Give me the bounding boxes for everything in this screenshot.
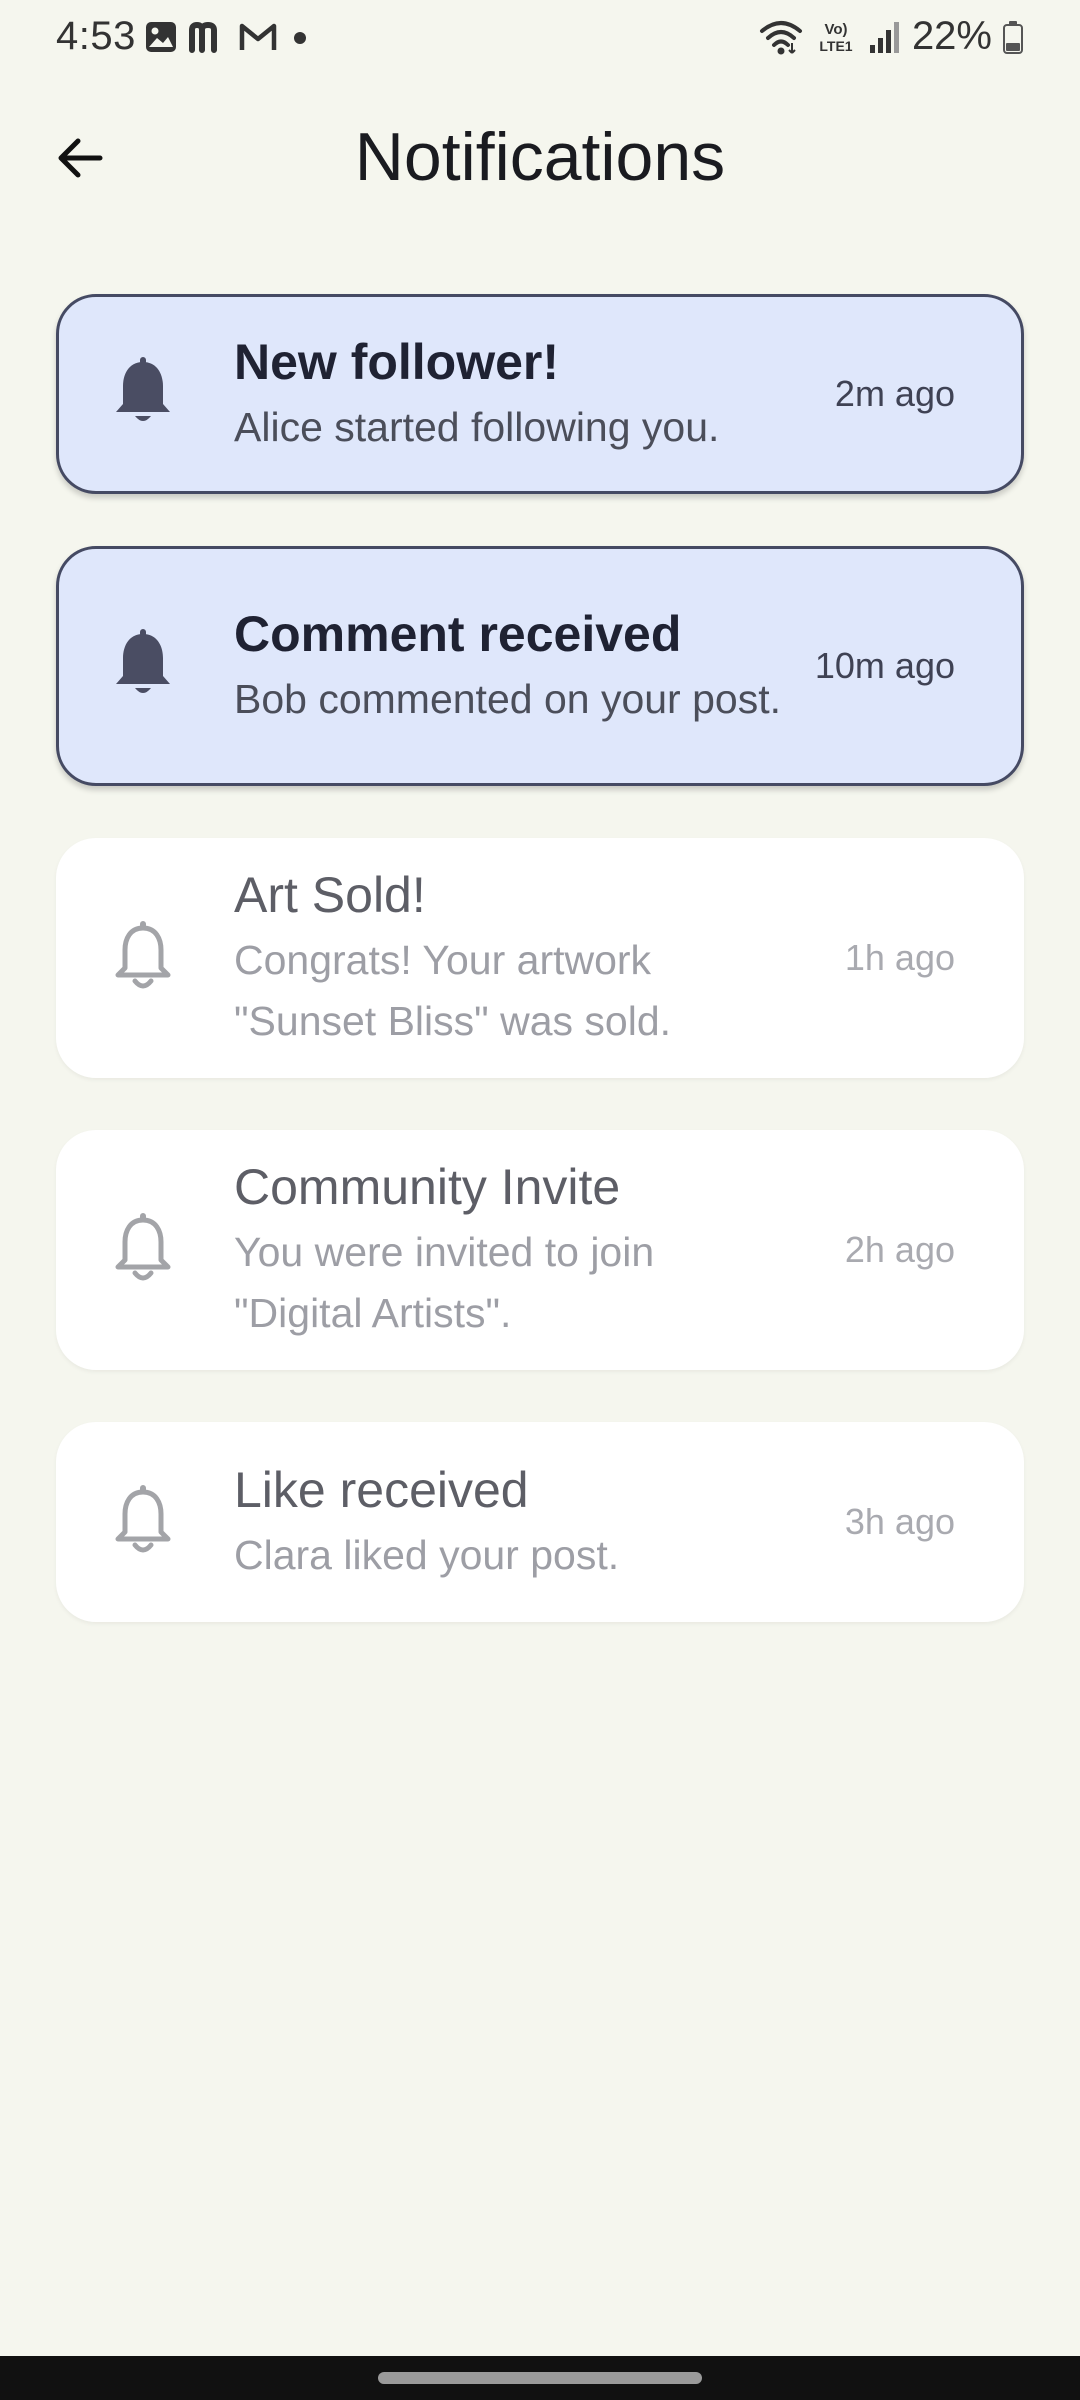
page-title: Notifications — [354, 119, 726, 195]
gmail-icon — [239, 23, 277, 50]
notification-body: Congrats! Your artwork "Sunset Bliss" wa… — [234, 937, 672, 1044]
status-bar: 4:53 Vo) LTE1 22% — [0, 0, 1080, 80]
notification-time: 2h ago — [844, 1229, 955, 1270]
notification-item[interactable]: Art Sold! Congrats! Your artwork "Sunset… — [56, 838, 1024, 1078]
bell-filled-icon — [116, 629, 170, 693]
notification-body: Alice started following you. — [234, 403, 720, 450]
system-nav-bar — [0, 2356, 1080, 2400]
battery-percent: 22% — [911, 14, 992, 58]
notification-item[interactable]: Community Invite You were invited to joi… — [56, 1130, 1024, 1370]
gallery-icon — [146, 22, 176, 52]
bell-outline-icon — [115, 921, 171, 989]
status-notification-icons — [144, 20, 312, 54]
lte-sub-label: LTE1 — [819, 38, 852, 54]
lte-icon: Vo) LTE1 — [819, 21, 852, 54]
notification-body: Bob commented on your post. — [234, 675, 781, 722]
notification-item[interactable]: Like received Clara liked your post. 3h … — [56, 1422, 1024, 1622]
status-system-icons: Vo) LTE1 22% — [758, 14, 1024, 59]
bell-outline-icon — [115, 1213, 171, 1281]
lte-label: Vo) — [824, 21, 847, 38]
notification-title: Like received — [234, 1461, 529, 1518]
notification-title: Community Invite — [234, 1159, 621, 1215]
signal-icon — [869, 21, 899, 53]
notification-body: You were invited to join "Digital Artist… — [234, 1229, 655, 1336]
m-app-icon — [189, 21, 217, 53]
notification-time: 1h ago — [844, 937, 955, 978]
notification-title: Comment received — [234, 605, 682, 662]
home-gesture-handle[interactable] — [378, 2372, 702, 2384]
wifi-icon — [759, 20, 802, 54]
notification-title: Art Sold! — [234, 867, 426, 923]
notification-item[interactable]: New follower! Alice started following yo… — [56, 294, 1024, 494]
app-bar: Notifications — [0, 80, 1080, 240]
bell-filled-icon — [116, 357, 170, 421]
notification-time: 2m ago — [834, 373, 955, 414]
notification-time: 3h ago — [844, 1501, 955, 1542]
dot-icon — [294, 32, 306, 44]
status-time: 4:53 — [56, 14, 136, 58]
notification-time: 10m ago — [814, 645, 955, 686]
notification-item[interactable]: Comment received Bob commented on your p… — [56, 546, 1024, 786]
bell-outline-icon — [115, 1485, 171, 1553]
notification-body: Clara liked your post. — [234, 1531, 620, 1578]
notification-list: New follower! Alice started following yo… — [56, 294, 1024, 1674]
battery-icon — [1003, 20, 1023, 54]
notification-title: New follower! — [234, 333, 560, 390]
